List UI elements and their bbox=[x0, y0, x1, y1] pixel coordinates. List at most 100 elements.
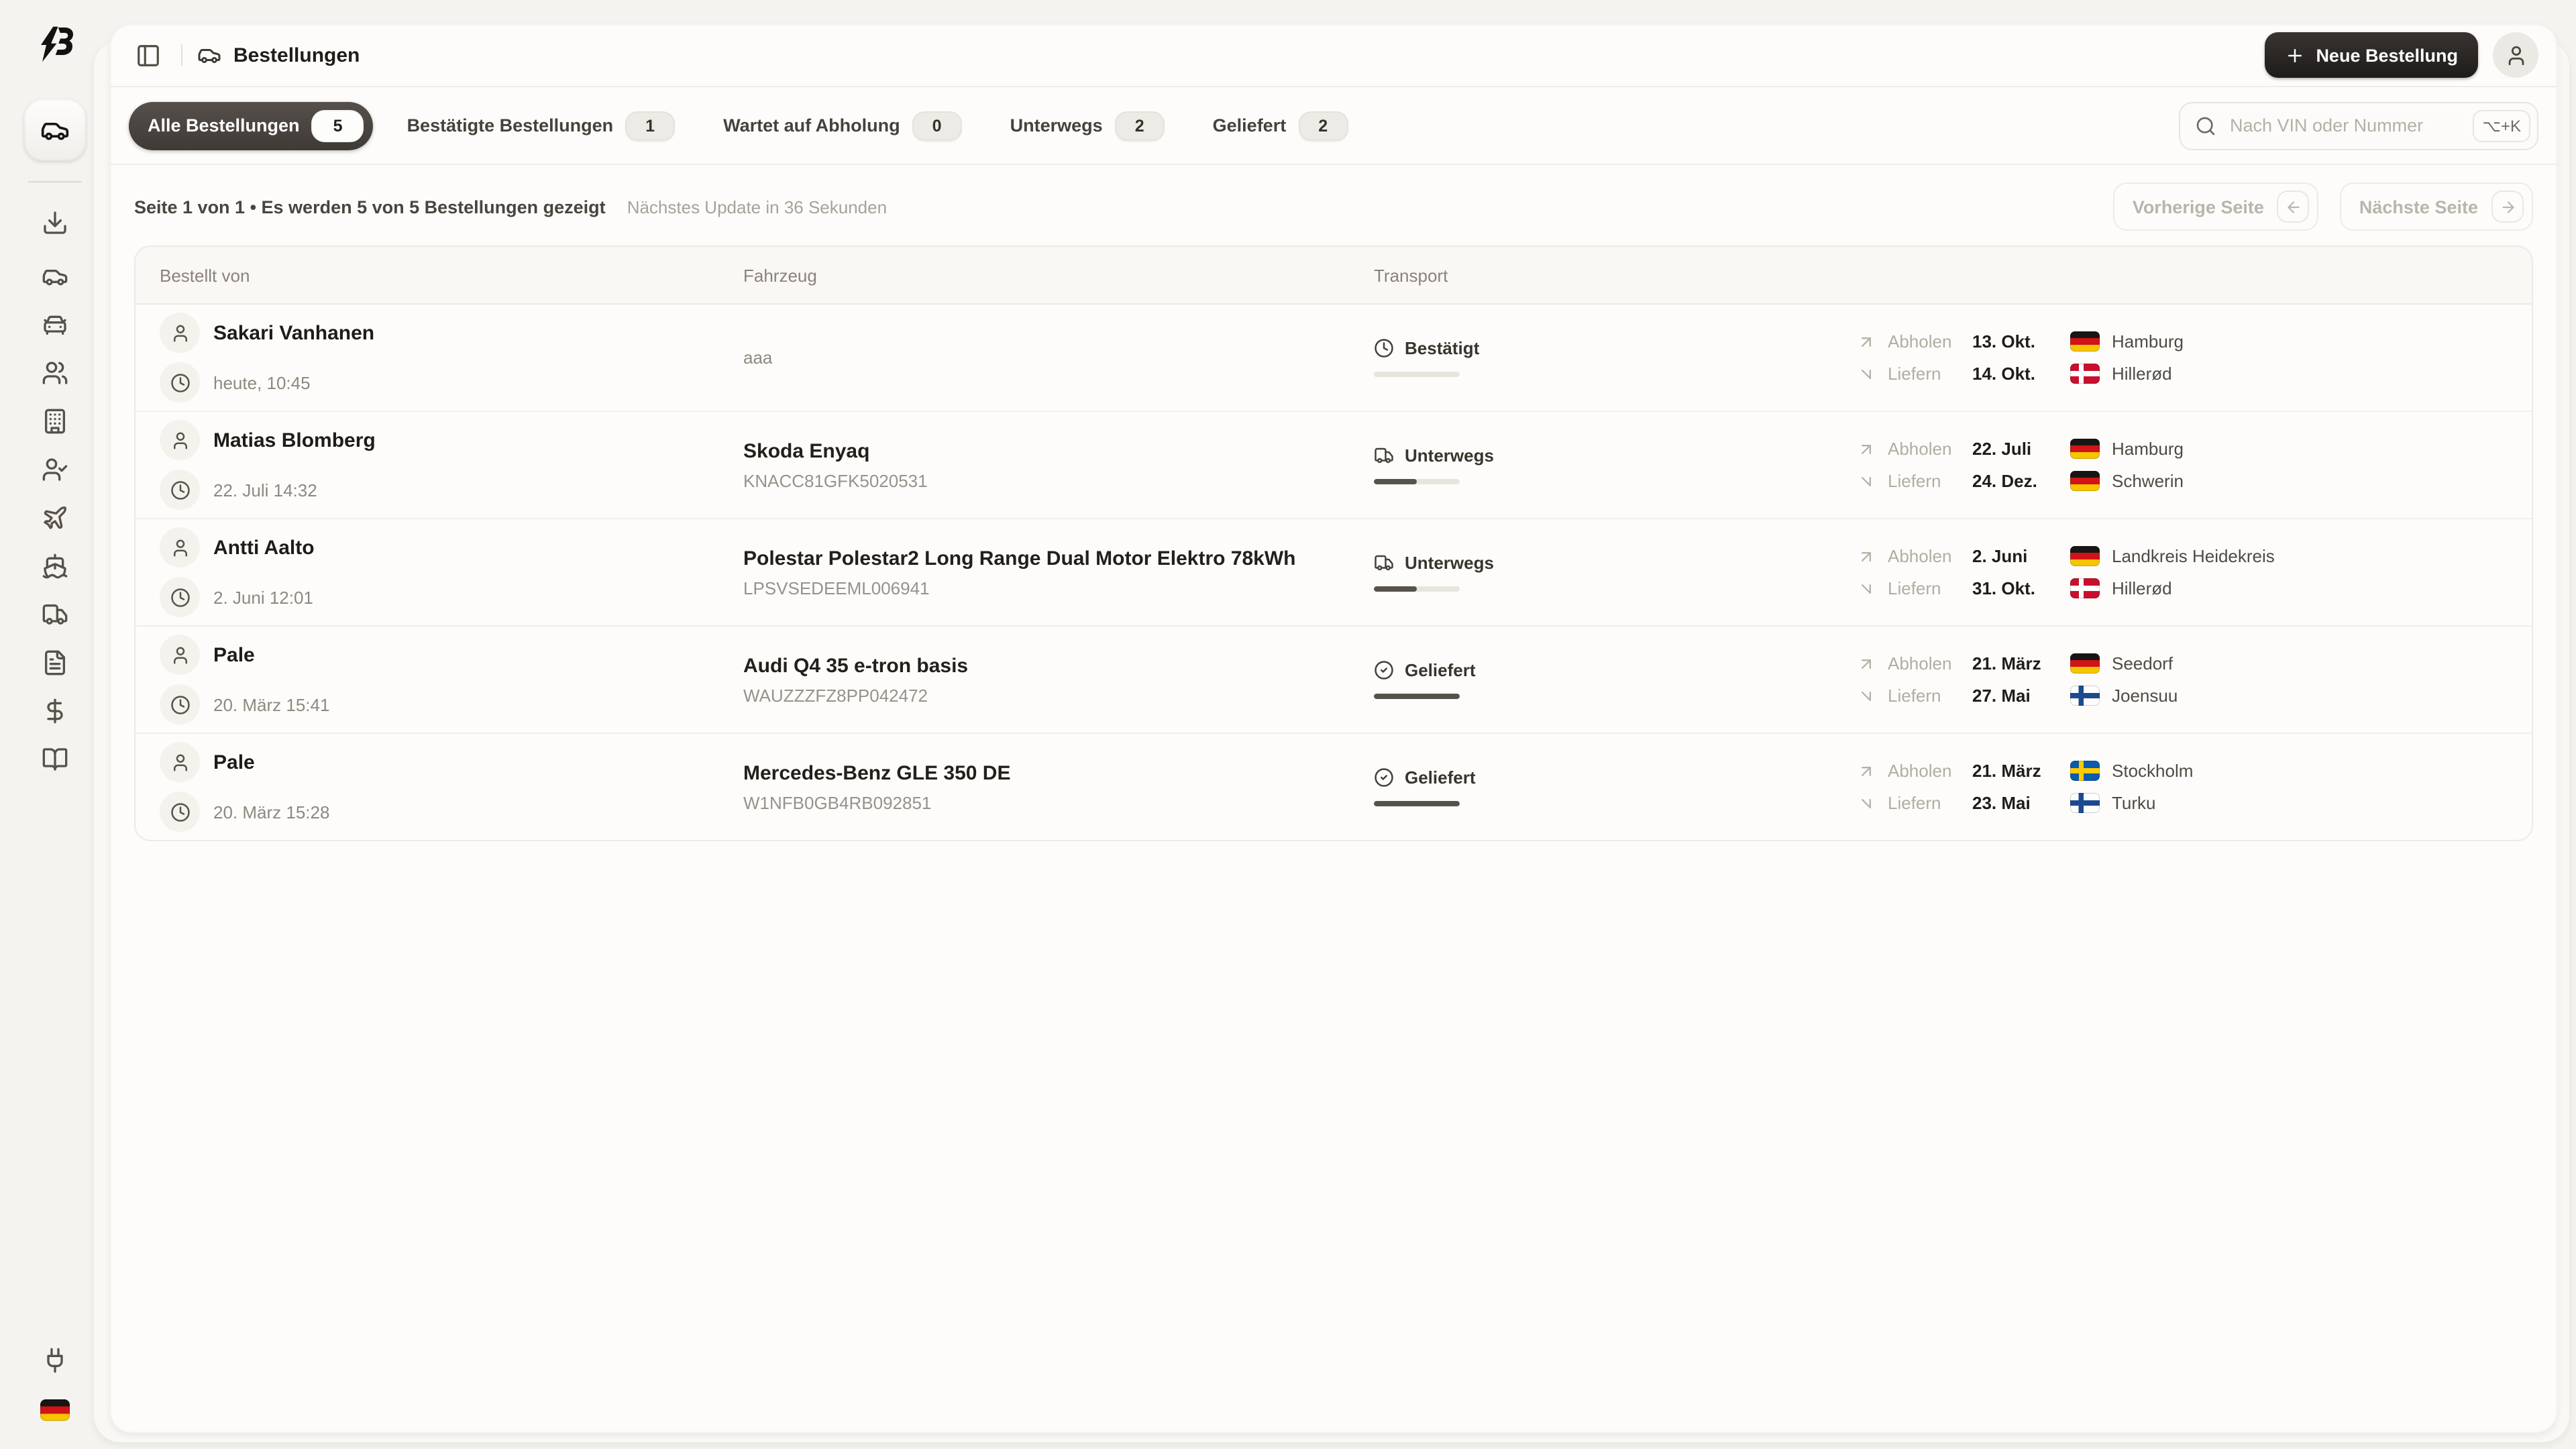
new-order-button[interactable]: Neue Bestellung bbox=[2265, 32, 2478, 78]
progress-fill bbox=[1374, 801, 1460, 806]
pickup-city: Stockholm bbox=[2112, 761, 2193, 781]
transport-schedule: Abholen 21. März Stockholm Liefern 23. M… bbox=[1857, 761, 2193, 813]
next-page-button[interactable]: Nächste Seite bbox=[2341, 182, 2533, 231]
file-text-icon bbox=[42, 649, 68, 676]
clock-icon bbox=[170, 587, 190, 607]
vehicle-cell: Audi Q4 35 e-tron basis WAUZZZFZ8PP04247… bbox=[743, 654, 1374, 705]
sidebar-item-documents[interactable] bbox=[31, 643, 79, 683]
customer-cell: Pale 20. März 15:41 bbox=[160, 635, 743, 724]
orders-table: Bestellt von Fahrzeug Transport Sakari V… bbox=[134, 246, 2533, 841]
arrow-up-right-icon bbox=[1857, 332, 1878, 351]
plug-icon bbox=[42, 1347, 68, 1374]
delivery-label: Liefern bbox=[1888, 471, 1963, 491]
sidebar-item-cars[interactable] bbox=[31, 256, 79, 297]
table-row[interactable]: Pale 20. März 15:28 Mercedes-Benz GLE 35… bbox=[136, 734, 2532, 840]
progress-bar bbox=[1374, 372, 1460, 377]
vehicle-cell: aaa bbox=[743, 347, 1374, 368]
filter-tab-count: 2 bbox=[1298, 111, 1348, 140]
sidebar-item-download[interactable] bbox=[31, 203, 79, 243]
search-input[interactable] bbox=[2227, 114, 2462, 137]
vehicle-vin: W1NFB0GB4RB092851 bbox=[743, 792, 1374, 812]
language-switcher[interactable] bbox=[40, 1399, 70, 1425]
car-icon bbox=[42, 263, 68, 290]
auto-update-hint: Nächstes Update in 36 Sekunden bbox=[627, 197, 887, 217]
previous-page-button[interactable]: Vorherige Seite bbox=[2114, 182, 2319, 231]
filter-tab-geliefert[interactable]: Geliefert 2 bbox=[1198, 101, 1363, 150]
flag-de-icon bbox=[2070, 439, 2100, 459]
panel-left-icon bbox=[135, 42, 160, 68]
transport-cell: Unterwegs Abholen 2. Juni Landkreis Heid… bbox=[1374, 546, 2508, 598]
ordered-time-badge bbox=[160, 362, 200, 402]
pickup-city: Seedorf bbox=[2112, 653, 2178, 674]
plane-icon bbox=[42, 504, 68, 531]
book-open-icon bbox=[42, 746, 68, 773]
sidebar-item-ship[interactable] bbox=[31, 546, 79, 586]
transport-cell: Geliefert Abholen 21. März Stockholm Lie… bbox=[1374, 761, 2508, 813]
table-row[interactable]: Matias Blomberg 22. Juli 14:32 Skoda Eny… bbox=[136, 412, 2532, 519]
table-row[interactable]: Pale 20. März 15:41 Audi Q4 35 e-tron ba… bbox=[136, 627, 2532, 734]
sidebar-item-drivers[interactable] bbox=[31, 449, 79, 490]
delivery-city: Hillerød bbox=[2112, 364, 2184, 384]
arrow-right-icon bbox=[2499, 198, 2516, 215]
vehicle-vin: KNACC81GFK5020531 bbox=[743, 470, 1374, 490]
sidebar-item-billing[interactable] bbox=[31, 691, 79, 731]
sidebar-item-orders[interactable] bbox=[24, 99, 86, 161]
truck-icon bbox=[42, 601, 68, 628]
new-order-label: Neue Bestellung bbox=[2316, 45, 2458, 65]
vehicle-cell: Mercedes-Benz GLE 350 DE W1NFB0GB4RB0928… bbox=[743, 761, 1374, 812]
user-menu-button[interactable] bbox=[2493, 32, 2538, 78]
pickup-label: Abholen bbox=[1888, 546, 1963, 566]
avatar bbox=[160, 635, 200, 675]
progress-bar bbox=[1374, 694, 1460, 699]
arrow-down-right-icon bbox=[1857, 579, 1878, 598]
filter-tab-bestätigte-bestellungen[interactable]: Bestätigte Bestellungen 1 bbox=[392, 101, 690, 150]
sidebar-toggle-button[interactable] bbox=[129, 36, 166, 74]
user-icon bbox=[170, 323, 190, 343]
arrow-up-right-icon bbox=[1857, 439, 1878, 458]
main-card: Bestellungen Neue Bestellung Alle Bestel… bbox=[110, 24, 2557, 1433]
filter-tab-wartet-auf-abholung[interactable]: Wartet auf Abholung 0 bbox=[708, 101, 976, 150]
filter-tab-alle-bestellungen[interactable]: Alle Bestellungen 5 bbox=[129, 101, 374, 150]
brand-logo bbox=[35, 24, 75, 64]
sidebar-item-companies[interactable] bbox=[31, 401, 79, 441]
flag-dk-icon bbox=[2070, 364, 2100, 384]
sidebar-nav bbox=[31, 256, 79, 780]
sidebar-item-car-front[interactable] bbox=[31, 305, 79, 345]
sidebar-item-plug[interactable] bbox=[31, 1340, 79, 1381]
column-header-transport: Transport bbox=[1374, 265, 2508, 285]
sidebar-item-plane[interactable] bbox=[31, 498, 79, 538]
transport-status: Unterwegs bbox=[1374, 553, 1857, 592]
breadcrumb: Bestellungen bbox=[197, 43, 360, 67]
delivery-label: Liefern bbox=[1888, 686, 1963, 706]
status-label: Unterwegs bbox=[1405, 553, 1494, 573]
progress-fill bbox=[1374, 586, 1417, 592]
sidebar-item-customers[interactable] bbox=[31, 353, 79, 393]
sidebar-item-truck[interactable] bbox=[31, 594, 79, 635]
table-body: Sakari Vanhanen heute, 10:45 aaa Bestäti… bbox=[136, 305, 2532, 840]
delivery-label: Liefern bbox=[1888, 578, 1963, 598]
table-row[interactable]: Antti Aalto 2. Juni 12:01 Polestar Poles… bbox=[136, 519, 2532, 627]
arrow-down-right-icon bbox=[1857, 364, 1878, 383]
sidebar-item-docs[interactable] bbox=[31, 739, 79, 780]
delivery-date: 23. Mai bbox=[1972, 793, 2061, 813]
page-header: Bestellungen Neue Bestellung bbox=[110, 24, 2557, 87]
page-summary: Seite 1 von 1 • Es werden 5 von 5 Bestel… bbox=[134, 197, 606, 217]
transport-schedule: Abholen 22. Juli Hamburg Liefern 24. Dez… bbox=[1857, 439, 2184, 491]
table-row[interactable]: Sakari Vanhanen heute, 10:45 aaa Bestäti… bbox=[136, 305, 2532, 412]
clock-icon bbox=[170, 480, 190, 500]
arrow-down-right-icon bbox=[1857, 794, 1878, 812]
delivery-label: Liefern bbox=[1888, 364, 1963, 384]
delivery-date: 31. Okt. bbox=[1972, 578, 2061, 598]
filter-tab-unterwegs[interactable]: Unterwegs 2 bbox=[996, 101, 1179, 150]
delivery-label: Liefern bbox=[1888, 793, 1963, 813]
user-icon bbox=[2504, 44, 2527, 66]
user-check-icon bbox=[42, 456, 68, 483]
search-box[interactable]: ⌥+K bbox=[2179, 101, 2538, 150]
customer-cell: Antti Aalto 2. Juni 12:01 bbox=[160, 527, 743, 617]
flag-de-icon bbox=[2070, 653, 2100, 674]
delivery-date: 14. Okt. bbox=[1972, 364, 2061, 384]
filter-tabs: Alle Bestellungen 5 Bestätigte Bestellun… bbox=[129, 101, 1362, 150]
next-page-label: Nächste Seite bbox=[2359, 197, 2478, 217]
avatar bbox=[160, 742, 200, 782]
flag-de-icon bbox=[2070, 471, 2100, 491]
